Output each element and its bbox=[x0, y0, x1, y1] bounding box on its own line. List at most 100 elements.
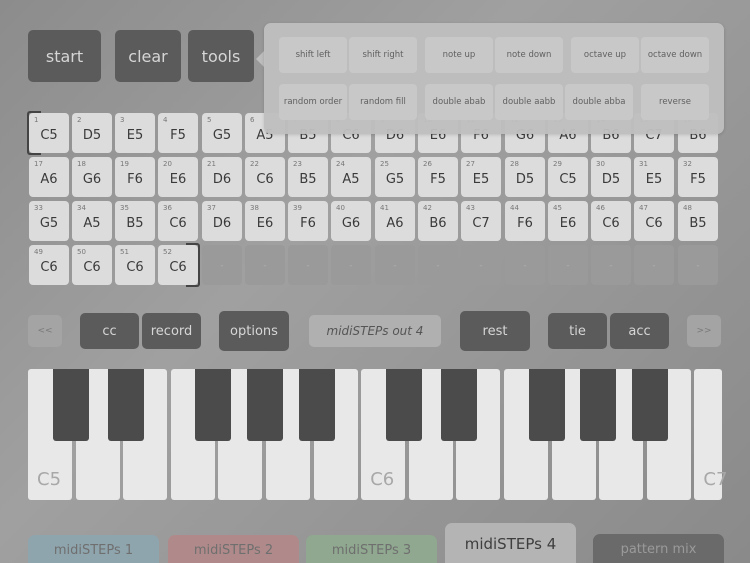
shift-right-button[interactable]: shift right bbox=[349, 37, 417, 73]
white-key[interactable]: C7 bbox=[694, 369, 727, 500]
step-number: 32 bbox=[683, 160, 692, 168]
step-cell[interactable]: - bbox=[505, 245, 545, 285]
step-cell[interactable]: 40 G6 bbox=[331, 201, 371, 241]
tab-pattern-mix[interactable]: pattern mix bbox=[593, 534, 724, 563]
next-page-button[interactable]: >> bbox=[687, 315, 721, 347]
step-cell[interactable]: 37 D6 bbox=[202, 201, 242, 241]
step-cell[interactable]: 33 G5 bbox=[29, 201, 69, 241]
tab-midisteps-1[interactable]: midiSTEPs 1 bbox=[28, 535, 159, 563]
step-cell[interactable]: - bbox=[202, 245, 242, 285]
black-key[interactable] bbox=[52, 369, 89, 441]
step-cell[interactable]: - bbox=[461, 245, 501, 285]
cc-button[interactable]: cc bbox=[80, 313, 139, 349]
black-key[interactable] bbox=[195, 369, 232, 441]
step-cell[interactable]: - bbox=[245, 245, 285, 285]
tab-midisteps-4[interactable]: midiSTEPs 4 bbox=[445, 523, 576, 563]
tie-button[interactable]: tie bbox=[548, 313, 607, 349]
step-cell[interactable]: 43 C7 bbox=[461, 201, 501, 241]
step-cell[interactable]: 42 B6 bbox=[418, 201, 458, 241]
step-cell[interactable]: 48 B5 bbox=[678, 201, 718, 241]
record-button[interactable]: record bbox=[142, 313, 201, 349]
step-cell[interactable]: 4 F5 bbox=[158, 113, 198, 153]
black-key[interactable] bbox=[385, 369, 422, 441]
step-cell[interactable]: - bbox=[591, 245, 631, 285]
step-cell[interactable]: 3 E5 bbox=[115, 113, 155, 153]
step-cell[interactable]: 18 G6 bbox=[72, 157, 112, 197]
step-cell[interactable]: 31 E5 bbox=[634, 157, 674, 197]
step-cell[interactable]: - bbox=[288, 245, 328, 285]
double-abab-button[interactable]: double abab bbox=[425, 84, 493, 120]
midi-output-selector[interactable]: midiSTEPs out 4 bbox=[309, 315, 441, 347]
step-cell[interactable]: 2 D5 bbox=[72, 113, 112, 153]
step-cell[interactable]: 20 E6 bbox=[158, 157, 198, 197]
step-cell[interactable]: 28 D5 bbox=[505, 157, 545, 197]
black-key[interactable] bbox=[108, 369, 145, 441]
random-fill-button[interactable]: random fill bbox=[349, 84, 417, 120]
step-cell[interactable]: - bbox=[678, 245, 718, 285]
loop-start-marker[interactable] bbox=[27, 111, 41, 155]
note-up-button[interactable]: note up bbox=[425, 37, 493, 73]
note-down-button[interactable]: note down bbox=[495, 37, 563, 73]
step-number: 35 bbox=[120, 204, 129, 212]
step-cell[interactable]: 23 B5 bbox=[288, 157, 328, 197]
step-cell[interactable]: 46 C6 bbox=[591, 201, 631, 241]
black-key[interactable] bbox=[528, 369, 565, 441]
step-cell[interactable]: - bbox=[375, 245, 415, 285]
step-cell[interactable]: 32 F5 bbox=[678, 157, 718, 197]
step-cell[interactable]: 38 E6 bbox=[245, 201, 285, 241]
tab-midisteps-3[interactable]: midiSTEPs 3 bbox=[306, 535, 437, 563]
step-cell[interactable]: 27 E5 bbox=[461, 157, 501, 197]
step-cell[interactable]: 24 A5 bbox=[331, 157, 371, 197]
step-cell[interactable]: 5 G5 bbox=[202, 113, 242, 153]
step-cell[interactable]: 1 C5 bbox=[27, 111, 69, 155]
step-cell[interactable]: 30 D5 bbox=[591, 157, 631, 197]
loop-end-marker[interactable] bbox=[186, 243, 200, 287]
double-aabb-button[interactable]: double aabb bbox=[495, 84, 563, 120]
options-button[interactable]: options bbox=[219, 311, 289, 351]
black-key[interactable] bbox=[631, 369, 668, 441]
step-cell[interactable]: 29 C5 bbox=[548, 157, 588, 197]
black-key[interactable] bbox=[247, 369, 283, 441]
step-cell[interactable]: 34 A5 bbox=[72, 201, 112, 241]
step-cell[interactable]: - bbox=[331, 245, 371, 285]
tools-button[interactable]: tools bbox=[188, 30, 254, 82]
step-note: - bbox=[349, 261, 353, 271]
step-cell[interactable]: - bbox=[548, 245, 588, 285]
shift-left-button[interactable]: shift left bbox=[279, 37, 347, 73]
reverse-button[interactable]: reverse bbox=[641, 84, 709, 120]
rest-button[interactable]: rest bbox=[460, 311, 530, 351]
step-cell[interactable]: - bbox=[634, 245, 674, 285]
step-cell[interactable]: 39 F6 bbox=[288, 201, 328, 241]
octave-down-button[interactable]: octave down bbox=[641, 37, 709, 73]
step-cell[interactable]: 47 C6 bbox=[634, 201, 674, 241]
step-cell[interactable]: 50 C6 bbox=[72, 245, 112, 285]
step-note: B5 bbox=[299, 172, 317, 187]
step-cell[interactable]: 44 F6 bbox=[505, 201, 545, 241]
clear-button[interactable]: clear bbox=[115, 30, 181, 82]
step-number: 47 bbox=[639, 204, 648, 212]
step-cell[interactable]: 49 C6 bbox=[29, 245, 69, 285]
step-cell[interactable]: 21 D6 bbox=[202, 157, 242, 197]
octave-up-button[interactable]: octave up bbox=[571, 37, 639, 73]
step-cell[interactable]: 36 C6 bbox=[158, 201, 198, 241]
random-order-button[interactable]: random order bbox=[279, 84, 347, 120]
black-key[interactable] bbox=[580, 369, 617, 441]
step-cell[interactable]: 22 C6 bbox=[245, 157, 285, 197]
step-cell[interactable]: 41 A6 bbox=[375, 201, 415, 241]
step-cell[interactable]: - bbox=[418, 245, 458, 285]
step-cell[interactable]: 51 C6 bbox=[115, 245, 155, 285]
prev-page-button[interactable]: << bbox=[28, 315, 62, 347]
acc-button[interactable]: acc bbox=[610, 313, 669, 349]
step-cell[interactable]: 35 B5 bbox=[115, 201, 155, 241]
step-cell[interactable]: 26 F5 bbox=[418, 157, 458, 197]
step-cell[interactable]: 25 G5 bbox=[375, 157, 415, 197]
step-cell[interactable]: 19 F6 bbox=[115, 157, 155, 197]
step-cell[interactable]: 17 A6 bbox=[29, 157, 69, 197]
double-abba-button[interactable]: double abba bbox=[565, 84, 633, 120]
black-key[interactable] bbox=[441, 369, 478, 441]
step-cell[interactable]: 45 E6 bbox=[548, 201, 588, 241]
step-cell[interactable]: 52 C6 bbox=[158, 243, 200, 287]
start-button[interactable]: start bbox=[28, 30, 101, 82]
tab-midisteps-2[interactable]: midiSTEPs 2 bbox=[168, 535, 299, 563]
black-key[interactable] bbox=[298, 369, 335, 441]
